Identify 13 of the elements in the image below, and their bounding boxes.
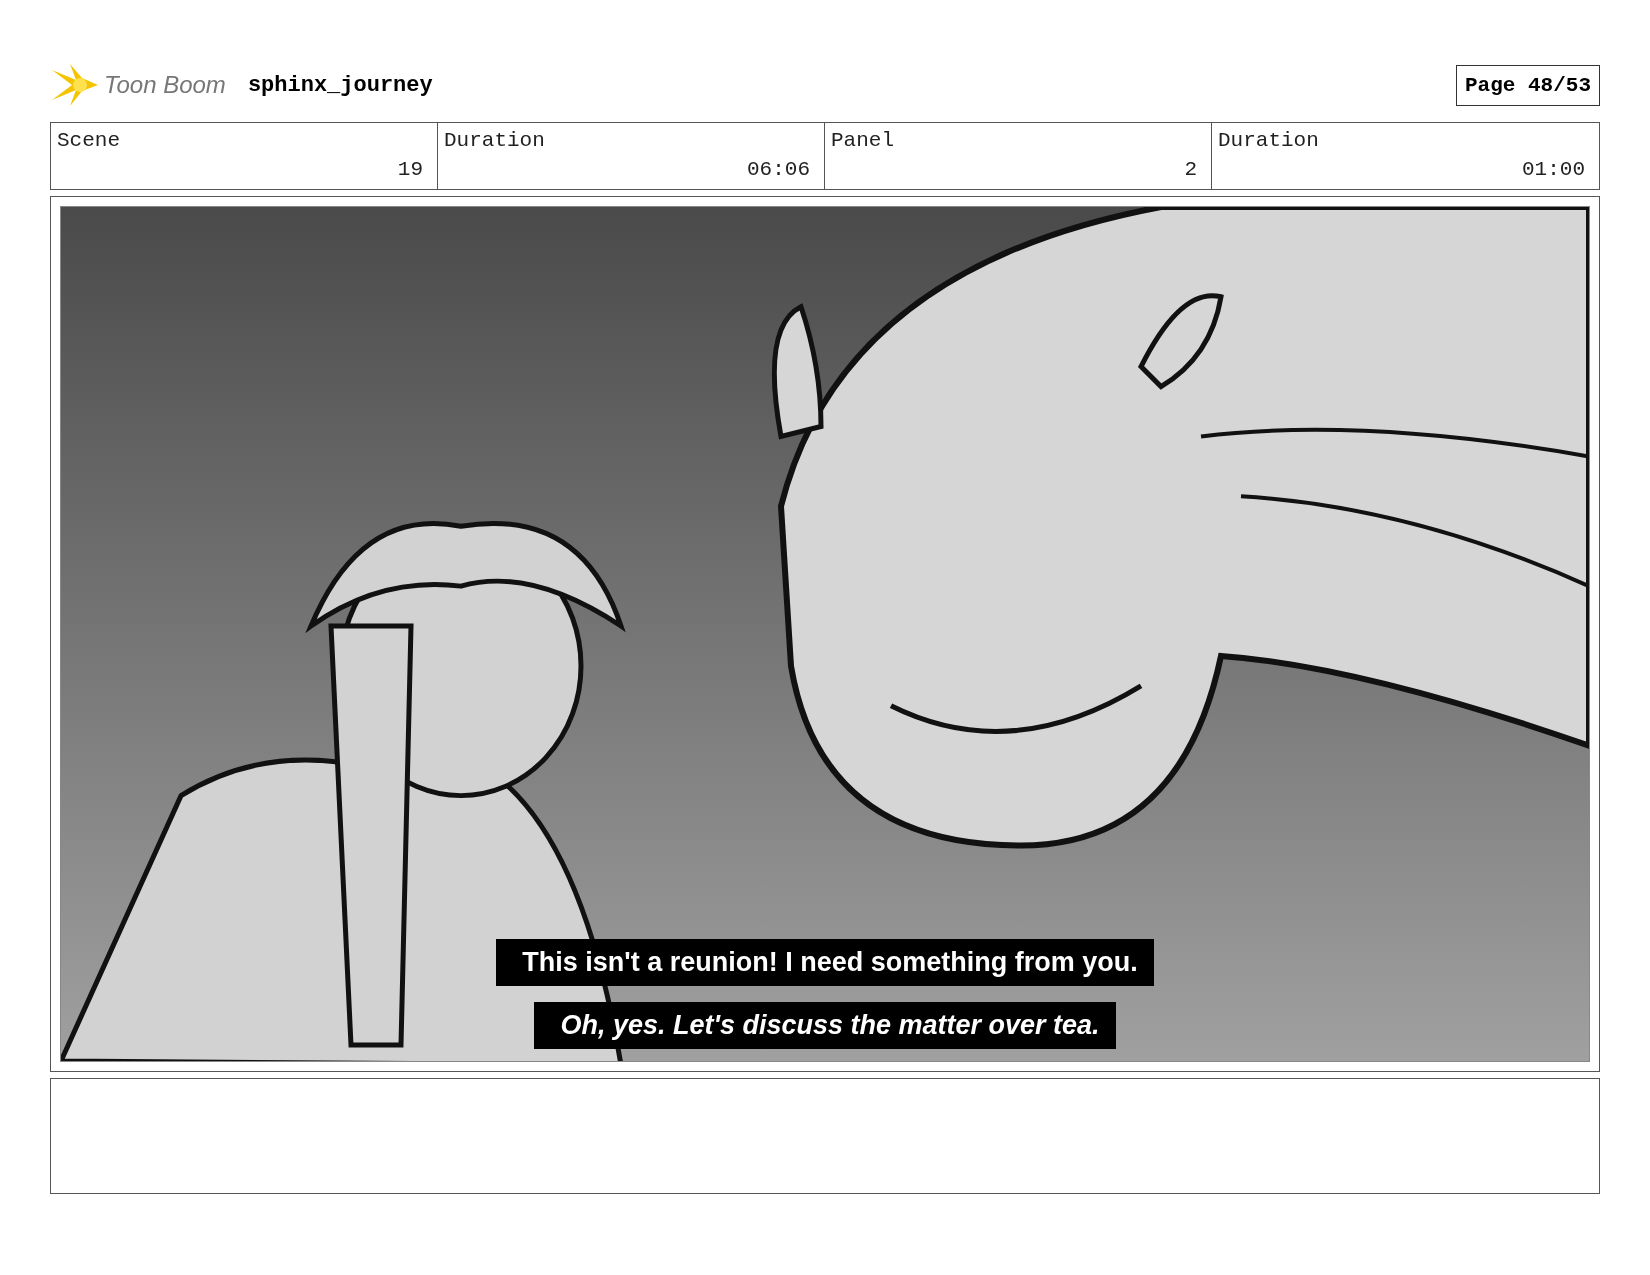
field-value: 06:06	[746, 158, 810, 181]
page-number: Page 48/53	[1455, 64, 1600, 106]
field-value: 01:00	[1521, 158, 1585, 181]
field-label: Scene	[57, 129, 121, 152]
project-title: sphinx_journey	[247, 72, 433, 98]
field-value: 19	[396, 158, 423, 181]
field-label: Duration	[1218, 129, 1320, 152]
field-label: Duration	[444, 129, 546, 152]
field-value: 2	[1183, 158, 1197, 181]
subtitle-caption: This isn't a reunion! I need something from you.	[496, 939, 1154, 986]
subtitle-caption: Oh, yes. Let's discuss the matter over tea.	[534, 1002, 1116, 1049]
field-label: Panel	[831, 129, 895, 152]
logo-text: Toon Boom	[104, 71, 226, 99]
